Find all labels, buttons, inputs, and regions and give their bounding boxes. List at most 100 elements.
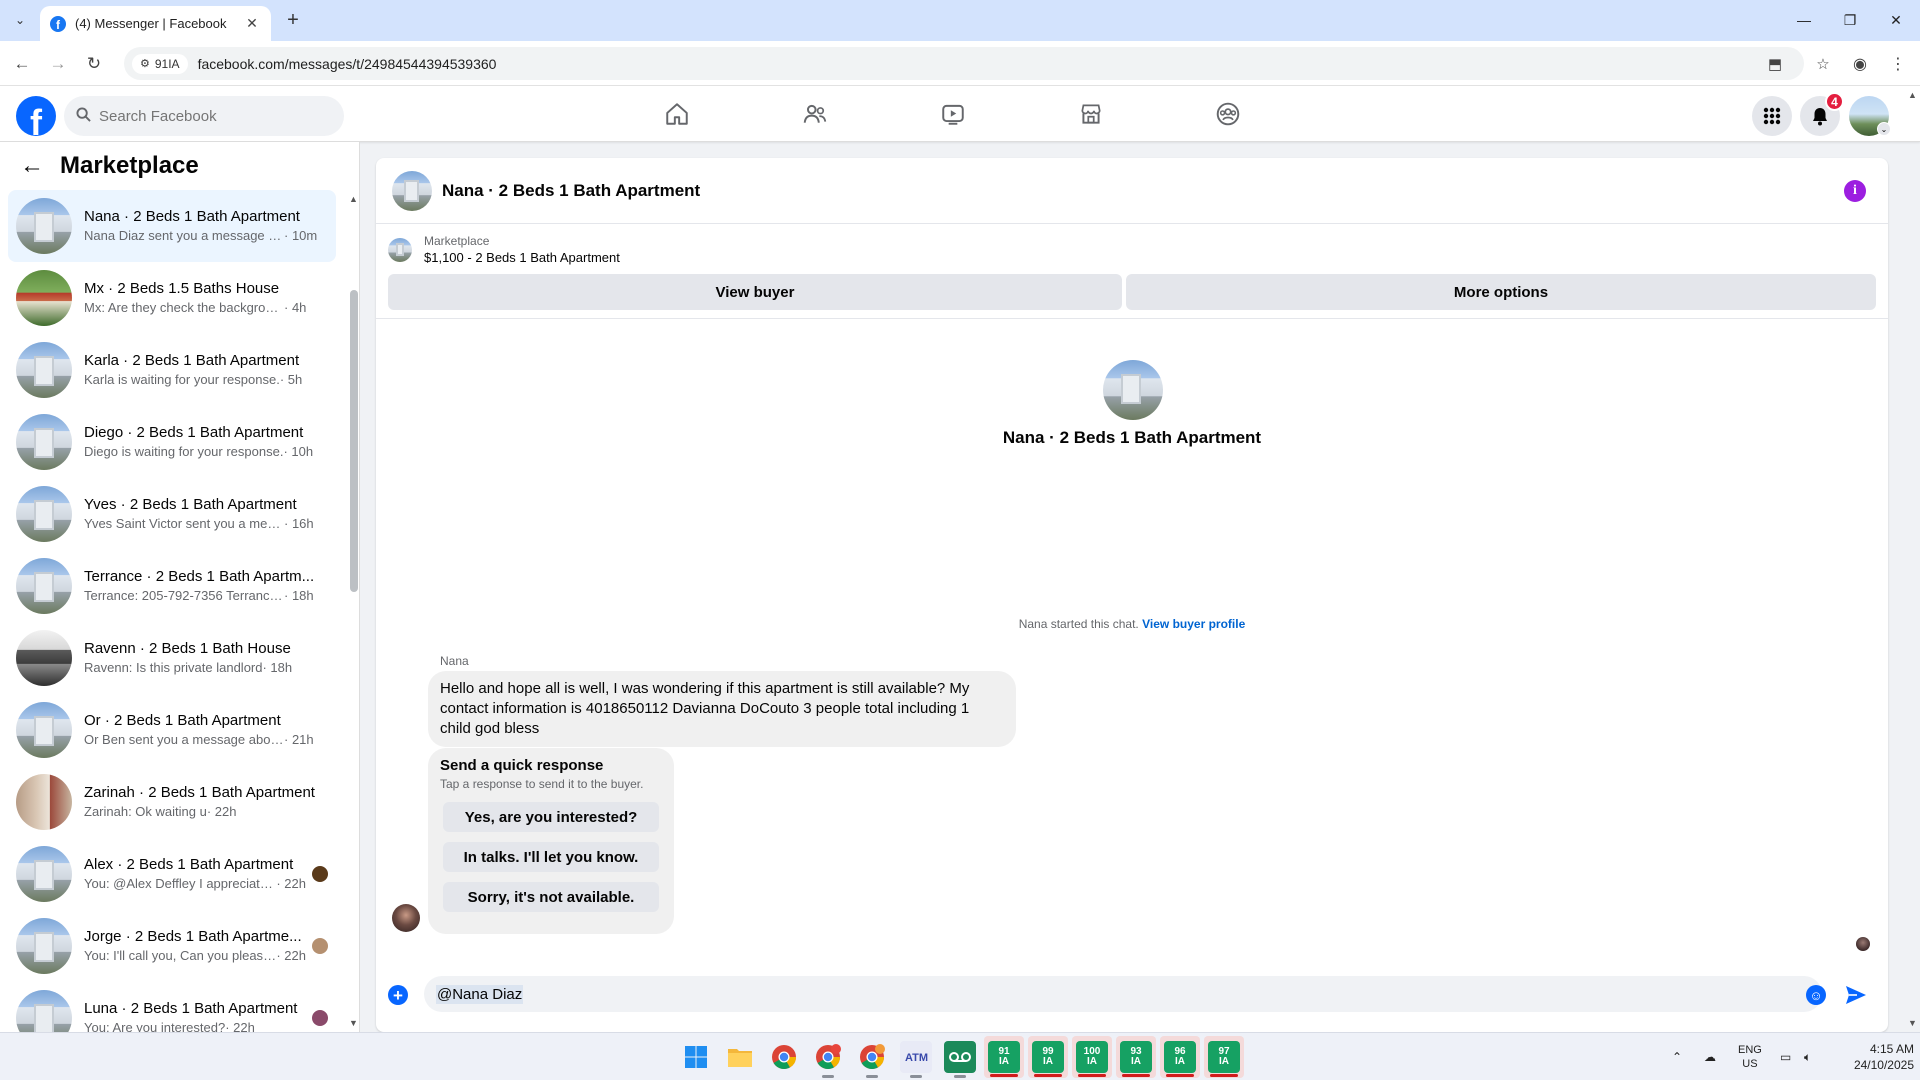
conversation-preview: Terrance: 205-792-7356 Terrance ... · 18h	[84, 587, 328, 605]
install-app-icon[interactable]: ⬒	[1764, 53, 1786, 75]
conversation-time: · 18h	[262, 660, 293, 675]
minimize-icon[interactable]: —	[1792, 9, 1816, 31]
view-buyer-profile-link[interactable]: View buyer profile	[1142, 617, 1245, 631]
page-scroll-up-arrow-icon[interactable]: ▲	[1908, 90, 1917, 100]
taskbar-sheet-window[interactable]: 100 IA	[1072, 1036, 1112, 1078]
nav-home-icon[interactable]	[621, 94, 733, 134]
send-icon[interactable]	[1844, 983, 1868, 1007]
show-hidden-icons-icon[interactable]: ⌃	[1672, 1033, 1682, 1080]
file-explorer-icon[interactable]	[724, 1041, 756, 1073]
conversation-item[interactable]: Karla · 2 Beds 1 Bath Apartment Karla is …	[8, 334, 336, 406]
nav-marketplace-icon[interactable]	[1035, 94, 1147, 134]
browser-tab-messenger[interactable]: f (4) Messenger | Facebook ✕	[40, 6, 271, 41]
scroll-up-arrow-icon[interactable]: ▲	[349, 194, 358, 204]
page-scroll-down-arrow-icon[interactable]: ▼	[1908, 1018, 1917, 1028]
nav-friends-icon[interactable]	[759, 94, 871, 134]
sheets-app-icon: 93 IA	[1120, 1041, 1152, 1073]
taskbar-sheet-window[interactable]: 99 IA	[1028, 1036, 1068, 1078]
windows-start-icon[interactable]	[680, 1041, 712, 1073]
notifications-button[interactable]: 4	[1800, 92, 1844, 136]
quick-response-not-available-button[interactable]: Sorry, it's not available.	[443, 882, 659, 912]
taskbar-sheet-window[interactable]: 96 IA	[1160, 1036, 1200, 1078]
conversation-name: Karla · 2 Beds 1 Bath Apartment	[84, 352, 300, 369]
reload-icon[interactable]: ↻	[82, 52, 106, 76]
quick-response-yes-button[interactable]: Yes, are you interested?	[443, 802, 659, 832]
browser-menu-icon[interactable]: ⋮	[1886, 52, 1910, 76]
nav-video-icon[interactable]	[897, 94, 1009, 134]
conversation-item[interactable]: Zarinah · 2 Beds 1 Bath Apartment Zarinah…	[8, 766, 336, 838]
new-tab-plus-icon[interactable]: +	[282, 9, 304, 31]
chrome-profile-2-icon[interactable]	[856, 1041, 888, 1078]
conversation-preview-text: Terrance: 205-792-7356 Terrance ...	[84, 588, 284, 603]
profile-icon[interactable]: ◉	[1848, 52, 1872, 76]
listing-label: Marketplace	[424, 234, 490, 248]
conversation-texts: Luna · 2 Beds 1 Bath Apartment You: Are y…	[84, 999, 306, 1032]
conversation-preview-text: Or Ben sent you a message about ...	[84, 732, 284, 747]
taskbar-sheet-window[interactable]: 91 IA	[984, 1036, 1024, 1078]
more-options-button[interactable]: More options	[1126, 274, 1876, 310]
view-buyer-button[interactable]: View buyer	[388, 274, 1122, 310]
bookmark-star-icon[interactable]: ☆	[1812, 53, 1834, 75]
conversation-item[interactable]: Mx · 2 Beds 1.5 Baths House Mx: Are they …	[8, 262, 336, 334]
conversation-item[interactable]: Diego · 2 Beds 1 Bath Apartment Diego is …	[8, 406, 336, 478]
menu-grid-button[interactable]	[1752, 96, 1792, 136]
facebook-favicon-icon: f	[50, 15, 66, 32]
facebook-logo-icon[interactable]: f	[16, 96, 56, 136]
account-chevron-icon[interactable]: ⌄	[1877, 122, 1891, 136]
taskbar-sheet-window[interactable]: 93 IA	[1116, 1036, 1156, 1078]
app-shortcut-icon[interactable]: ATM	[900, 1041, 932, 1078]
conversation-item[interactable]: Terrance · 2 Beds 1 Bath Apartm... Terran…	[8, 550, 336, 622]
facebook-search-box[interactable]	[64, 96, 344, 136]
voicemail-app-icon[interactable]	[944, 1041, 976, 1078]
conversation-preview: Nana Diaz sent you a message ab... · 10m	[84, 227, 328, 245]
tab-close-icon[interactable]: ✕	[243, 15, 261, 32]
conversation-item[interactable]: Or · 2 Beds 1 Bath Apartment Or Ben sent …	[8, 694, 336, 766]
tab-search-chevron-icon[interactable]: ⌄	[8, 8, 32, 32]
forward-arrow-icon[interactable]: →	[46, 52, 70, 76]
search-input[interactable]	[99, 107, 319, 125]
close-window-icon[interactable]: ✕	[1884, 9, 1908, 31]
tab-title: (4) Messenger | Facebook	[75, 16, 227, 31]
conversation-preview-text: Zarinah: Ok waiting u	[84, 804, 207, 819]
network-icon[interactable]: ▭	[1780, 1033, 1791, 1080]
conversation-preview: Ravenn: Is this private landlord · 18h	[84, 659, 328, 677]
conversation-item[interactable]: Nana · 2 Beds 1 Bath Apartment Nana Diaz …	[8, 190, 336, 262]
language-line1: ENG	[1738, 1044, 1762, 1056]
conversation-name: Yves · 2 Beds 1 Bath Apartment	[84, 496, 297, 513]
conversation-item[interactable]: Yves · 2 Beds 1 Bath Apartment Yves Saint…	[8, 478, 336, 550]
address-bar[interactable]: ⚙ 91IA facebook.com/messages/t/249845443…	[124, 47, 1830, 80]
conversation-preview: Or Ben sent you a message about ... · 21h	[84, 731, 328, 749]
quick-response-in-talks-button[interactable]: In talks. I'll let you know.	[443, 842, 659, 872]
message-input[interactable]: @Nana Diaz	[424, 976, 1822, 1012]
sheets-app-icon: 96 IA	[1164, 1041, 1196, 1073]
listing-summary[interactable]: Marketplace $1,100 - 2 Beds 1 Bath Apart…	[388, 232, 1876, 268]
taskbar-clock[interactable]: 4:15 AM 24/10/2025	[1826, 1041, 1914, 1073]
chat-header-avatar[interactable]	[392, 170, 432, 211]
back-arrow-icon[interactable]: ←	[10, 52, 34, 76]
chrome-profile-icon[interactable]	[812, 1041, 844, 1078]
onedrive-cloud-icon[interactable]: ☁	[1704, 1033, 1716, 1080]
conversation-item[interactable]: Jorge · 2 Beds 1 Bath Apartme... You: I'l…	[8, 910, 336, 982]
sheet-label: IA	[1175, 1056, 1185, 1067]
taskbar-sheet-window[interactable]: 97 IA	[1204, 1036, 1244, 1078]
back-arrow-icon[interactable]: ←	[20, 152, 44, 180]
site-info-chip[interactable]: ⚙ 91IA	[132, 53, 188, 74]
conversation-item[interactable]: Alex · 2 Beds 1 Bath Apartment You: @Alex…	[8, 838, 336, 910]
nav-groups-icon[interactable]	[1172, 94, 1284, 134]
sender-avatar[interactable]	[392, 904, 420, 932]
chat-title[interactable]: Nana · 2 Beds 1 Bath Apartment	[442, 181, 700, 201]
chrome-icon[interactable]	[768, 1041, 800, 1073]
conversation-item[interactable]: Luna · 2 Beds 1 Bath Apartment You: Are y…	[8, 982, 336, 1032]
language-indicator[interactable]: ENG US	[1738, 1033, 1762, 1080]
scroll-down-arrow-icon[interactable]: ▼	[349, 1018, 358, 1028]
conversation-item[interactable]: Ravenn · 2 Beds 1 Bath House Ravenn: Is t…	[8, 622, 336, 694]
restore-icon[interactable]: ❐	[1838, 9, 1862, 31]
emoji-icon[interactable]: ☺	[1806, 985, 1826, 1005]
volume-icon[interactable]: 🔈︎	[1804, 1033, 1811, 1080]
conversation-preview: Diego is waiting for your response. · 10h	[84, 443, 328, 461]
info-icon[interactable]: i	[1844, 180, 1866, 202]
add-plus-icon[interactable]: +	[388, 985, 408, 1005]
conversation-avatar	[16, 918, 72, 974]
conversation-preview-text: Ravenn: Is this private landlord	[84, 660, 263, 675]
sidebar-scrollbar-thumb[interactable]	[350, 290, 358, 592]
